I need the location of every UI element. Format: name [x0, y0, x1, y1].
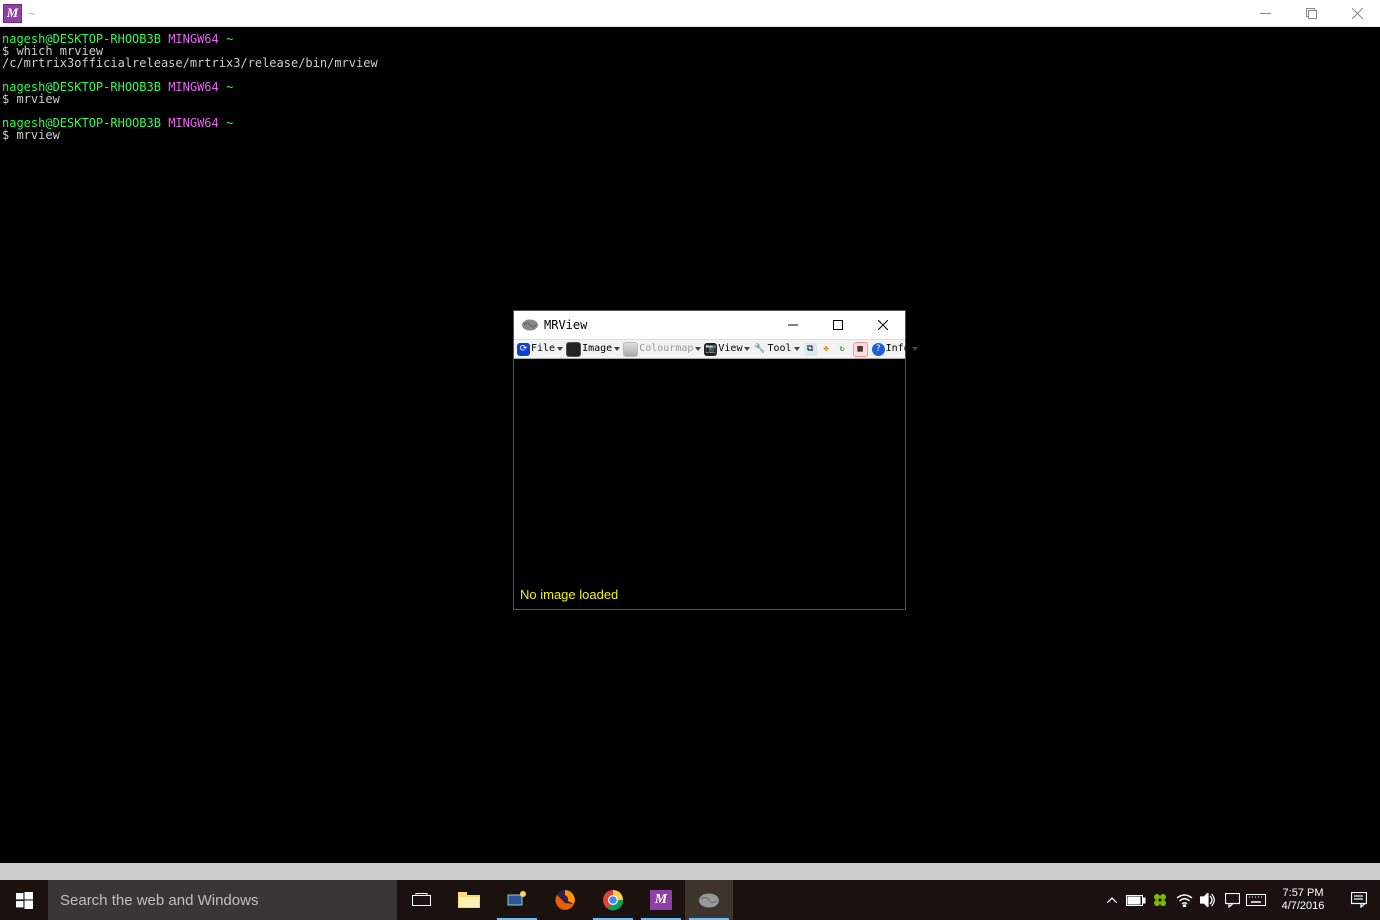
colourmap-menu[interactable]: Colourmap [622, 342, 702, 357]
remote-icon [506, 891, 528, 909]
snap-icon: ⧉ [804, 343, 817, 356]
terminal-output[interactable]: nagesh@DESKTOP-RHOOB3B MINGW64 ~ $ which… [0, 27, 1380, 863]
message-icon [1225, 893, 1240, 908]
clock-time: 7:57 PM [1272, 887, 1334, 900]
mrview-window[interactable]: MRView ⟳File Image Colourmap 📷View 🔧Tool… [513, 310, 906, 610]
windows-taskbar: Search the web and Windows M 7:57 PM 4/7… [0, 880, 1380, 920]
mrview-minimize-button[interactable] [770, 311, 815, 339]
chevron-down-icon [557, 347, 563, 351]
keyboard-icon [1246, 894, 1266, 906]
chevron-up-icon [1107, 897, 1117, 903]
info-icon: ? [872, 343, 885, 356]
firefox-icon [554, 889, 576, 911]
chevron-down-icon [614, 347, 620, 351]
firefox-taskbar[interactable] [541, 880, 589, 920]
rotate-button[interactable]: ↻ [835, 343, 850, 356]
chevron-down-icon [912, 347, 918, 351]
task-view-icon [412, 893, 431, 907]
brain-icon [520, 318, 540, 332]
tool-menu[interactable]: 🔧Tool [752, 343, 800, 356]
mrview-maximize-button[interactable] [815, 311, 860, 339]
search-placeholder: Search the web and Windows [60, 892, 258, 909]
brain-icon [697, 892, 721, 909]
calendar-icon: ▦ [853, 342, 868, 357]
mrview-taskbar[interactable] [685, 880, 733, 920]
chevron-down-icon [744, 347, 750, 351]
wrench-icon: 🔧 [753, 343, 766, 356]
terminal-minimize-button[interactable] [1242, 0, 1288, 26]
colourmap-icon [623, 342, 638, 357]
view-menu-label: View [718, 343, 742, 355]
chevron-down-icon [695, 347, 701, 351]
action-center-button[interactable] [1338, 892, 1380, 908]
mrview-toolbar: ⟳File Image Colourmap 📷View 🔧Tool ⧉ ✥ ↻ … [514, 339, 905, 359]
dropbox-tray[interactable] [1148, 880, 1172, 920]
task-view-button[interactable] [397, 880, 445, 920]
info-menu[interactable]: ?Info [871, 343, 919, 356]
chrome-icon [602, 889, 624, 911]
image-icon [566, 342, 581, 357]
windows-logo-icon [16, 892, 33, 909]
mrview-titlebar[interactable]: MRView [514, 311, 905, 339]
file-explorer-taskbar[interactable] [445, 880, 493, 920]
taskbar-apps: M [397, 880, 733, 920]
mrview-status: No image loaded [520, 589, 618, 601]
view-menu[interactable]: 📷View [703, 343, 751, 356]
notifications-tray[interactable] [1220, 880, 1244, 920]
start-button[interactable] [0, 880, 48, 920]
colourmap-menu-label: Colourmap [639, 343, 693, 355]
terminal-close-button[interactable] [1334, 0, 1380, 26]
chrome-taskbar[interactable] [589, 880, 637, 920]
snap-button[interactable]: ⧉ [803, 343, 818, 356]
mrview-title: MRView [544, 319, 587, 331]
mrtrix-app-icon: M [3, 4, 22, 23]
move-button[interactable]: ✥ [819, 343, 834, 356]
file-menu[interactable]: ⟳File [516, 343, 564, 356]
taskbar-clock[interactable]: 7:57 PM 4/7/2016 [1268, 887, 1338, 913]
move-icon: ✥ [820, 343, 833, 356]
terminal-title: ~ [28, 6, 36, 21]
battery-icon [1126, 895, 1146, 906]
terminal-titlebar: M ~ [0, 0, 1380, 27]
file-menu-label: File [531, 343, 555, 355]
tool-menu-label: Tool [767, 343, 791, 355]
info-menu-label: Info [886, 343, 910, 355]
image-menu[interactable]: Image [565, 342, 621, 357]
mrview-viewport[interactable]: No image loaded [514, 359, 905, 609]
system-tray: 7:57 PM 4/7/2016 [1100, 880, 1380, 920]
mrtrix-terminal-taskbar[interactable]: M [637, 880, 685, 920]
camera-icon: 📷 [704, 343, 717, 356]
speaker-icon [1200, 893, 1216, 907]
wifi-tray[interactable] [1172, 880, 1196, 920]
volume-tray[interactable] [1196, 880, 1220, 920]
folder-icon [458, 892, 480, 908]
terminal-maximize-button[interactable] [1288, 0, 1334, 26]
taskbar-search[interactable]: Search the web and Windows [48, 880, 397, 920]
battery-tray[interactable] [1124, 880, 1148, 920]
tray-chevron-up[interactable] [1100, 880, 1124, 920]
chevron-down-icon [794, 347, 800, 351]
clock-date: 4/7/2016 [1272, 900, 1334, 913]
sync-icon [1153, 893, 1167, 907]
image-menu-label: Image [582, 343, 612, 355]
keyboard-tray[interactable] [1244, 880, 1268, 920]
rotate-icon: ↻ [836, 343, 849, 356]
action-center-icon [1351, 892, 1367, 908]
mrtrix-icon: M [650, 890, 672, 910]
wifi-icon [1176, 894, 1193, 907]
remote-desktop-taskbar[interactable] [493, 880, 541, 920]
mrview-close-button[interactable] [860, 311, 905, 339]
calendar-button[interactable]: ▦ [852, 342, 869, 357]
file-icon: ⟳ [517, 343, 530, 356]
